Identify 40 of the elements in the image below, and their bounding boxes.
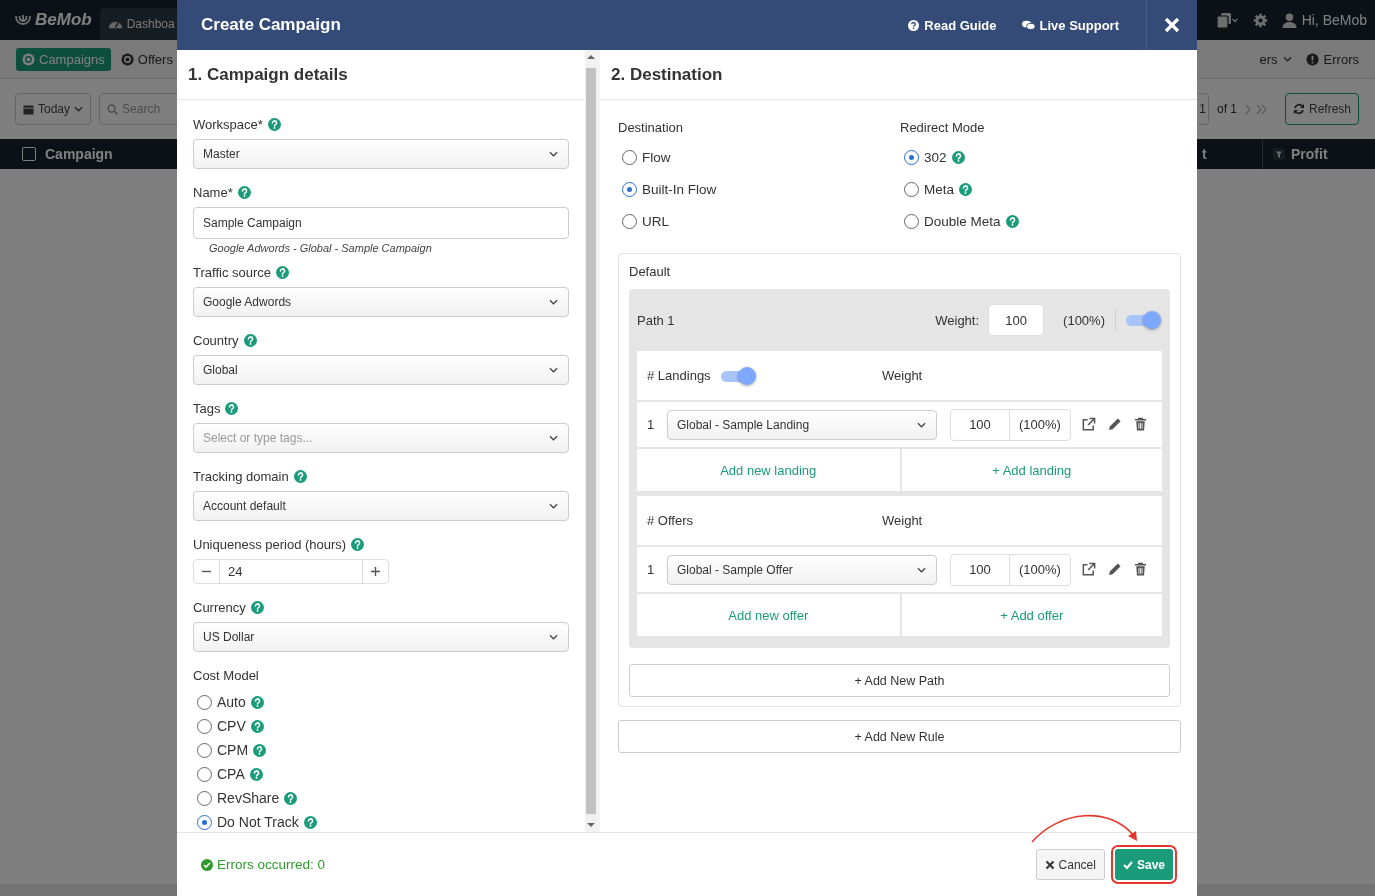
field-label: Cost Model xyxy=(193,668,259,683)
field-hint: Google Adwords - Global - Sample Campaign xyxy=(208,242,433,254)
column-label: Weight xyxy=(882,368,924,383)
rule-title: Default xyxy=(629,264,672,279)
radio-label: Double Meta xyxy=(924,213,1001,229)
section-heading: 2. Destination xyxy=(600,50,1197,100)
field-label: Currency xyxy=(193,600,246,615)
radio-label: RevShare xyxy=(217,790,280,806)
row-number: 1 xyxy=(647,417,656,432)
field-label: Traffic source xyxy=(193,265,272,280)
radio-label: Auto xyxy=(217,694,246,710)
field-label: Name* xyxy=(193,185,233,200)
group-label: Redirect Mode xyxy=(900,120,986,137)
section-title: # Landings xyxy=(647,368,711,383)
group-label: Destination xyxy=(618,120,685,137)
radio-label: CPA xyxy=(217,766,245,782)
status-message: Errors occurred: 0 xyxy=(201,857,1036,872)
radio-label: Flow xyxy=(642,149,671,165)
radio-label: 302 xyxy=(924,149,947,165)
radio-label: CPM xyxy=(217,742,249,758)
field-label: Country xyxy=(193,333,239,348)
weight-share: (100%) xyxy=(1018,416,1062,434)
radio-label: Do Not Track xyxy=(217,814,299,830)
dialog-title: Create Campaign xyxy=(200,15,342,35)
field-label: Tracking domain xyxy=(193,469,289,484)
page-count: of 1 xyxy=(1216,102,1237,116)
weight-label: Weight: xyxy=(935,312,980,328)
radio-label: URL xyxy=(642,213,669,229)
radio-label: CPV xyxy=(217,718,246,734)
field-label: Tags xyxy=(193,401,221,416)
path-name: Path 1 xyxy=(637,312,676,328)
weight-share: (100%) xyxy=(1063,309,1116,331)
radio-label: Meta xyxy=(924,181,954,197)
column-label: Weight xyxy=(882,513,924,528)
section-title: # Offers xyxy=(647,513,693,528)
radio-label: Built-In Flow xyxy=(642,181,717,197)
logo-text: BeMob xyxy=(35,10,92,30)
row-number: 1 xyxy=(647,562,656,577)
field-label: Uniqueness period (hours) xyxy=(193,537,347,552)
weight-share: (100%) xyxy=(1018,561,1062,579)
